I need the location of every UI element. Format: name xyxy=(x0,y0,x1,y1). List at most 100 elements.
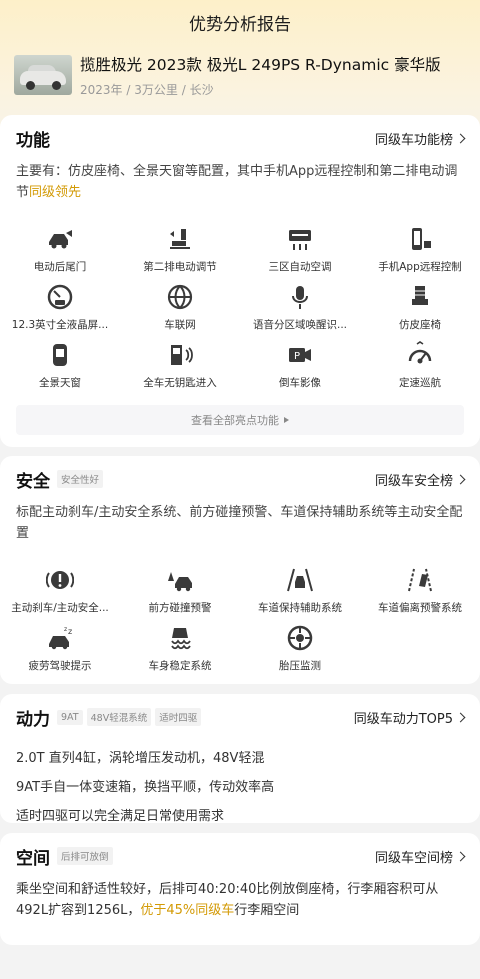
safety-feature-item[interactable]: z z 疲劳驾驶提示 xyxy=(0,624,120,682)
safety-feature-label: 车道偏离预警系统 xyxy=(378,602,462,614)
function-feature-item[interactable]: 定速巡航 xyxy=(360,341,480,399)
tailgate-icon xyxy=(46,225,74,253)
seat-icon xyxy=(406,283,434,311)
svg-text:P: P xyxy=(294,351,300,362)
safety-title: 安全 xyxy=(16,471,50,492)
tire-pressure-icon xyxy=(286,624,314,652)
lane-keep-icon xyxy=(286,566,314,594)
chevron-right-icon xyxy=(455,712,466,722)
collision-warning-icon xyxy=(166,566,194,594)
function-feature-item[interactable]: 全景天窗 xyxy=(0,341,120,399)
power-title: 动力 xyxy=(16,709,50,730)
safety-feature-item[interactable]: 前方碰撞预警 xyxy=(120,566,240,624)
safety-feature-item[interactable]: 车道保持辅助系统 xyxy=(240,566,360,624)
function-feature-item[interactable]: 手机App远程控制 xyxy=(360,225,480,283)
safety-tag: 安全性好 xyxy=(57,470,104,488)
function-feature-label: 语音分区域唤醒识... xyxy=(252,319,347,331)
cruise-control-icon xyxy=(406,341,434,369)
function-feature-item[interactable]: 三区自动空调 xyxy=(240,225,360,283)
space-title: 空间 xyxy=(16,848,50,869)
safety-feature-label: 车身稳定系统 xyxy=(148,660,212,672)
lcd-gauge-icon xyxy=(46,283,74,311)
keyless-door-icon xyxy=(166,341,194,369)
seat-adjust-icon xyxy=(166,225,194,253)
chevron-right-icon xyxy=(455,851,466,861)
safety-summary: 标配主动刹车/主动安全系统、前方碰撞预警、车道保持辅助系统等主动安全配置 xyxy=(16,505,463,541)
safety-feature-item[interactable]: 车身稳定系统 xyxy=(120,624,240,682)
safety-feature-item[interactable]: 车道偏离预警系统 xyxy=(360,566,480,624)
safety-feature-label: 前方碰撞预警 xyxy=(148,602,212,614)
function-feature-grid: 电动后尾门 第二排电动调节 三区自动空调 手机App远程控制 12.3英寸全液晶屏...… xyxy=(0,225,480,399)
view-all-features-button[interactable]: 查看全部亮点功能 xyxy=(16,405,464,435)
page-title: 优势分析报告 xyxy=(189,14,291,35)
function-feature-label: 定速巡航 xyxy=(399,377,441,389)
function-feature-item[interactable]: 电动后尾门 xyxy=(0,225,120,283)
car-name: 揽胜极光 2023款 极光L 249PS R-Dynamic 豪华版 xyxy=(80,55,441,74)
power-card: 动力 9AT 48V轻混系统 适时四驱 同级车动力TOP5 2.0T 直列4缸，… xyxy=(0,694,480,824)
globe-icon xyxy=(166,283,194,311)
function-feature-label: 12.3英寸全液晶屏... xyxy=(11,319,109,331)
power-line: 2.0T 直列4缸，涡轮增压发动机，48V轻混 xyxy=(16,751,265,766)
car-summary[interactable]: 揽胜极光 2023款 极光L 249PS R-Dynamic 豪华版 2023年… xyxy=(14,50,466,100)
function-rank-link[interactable]: 同级车功能榜 xyxy=(375,129,466,148)
svg-text:z: z xyxy=(64,626,67,633)
power-tag: 9AT xyxy=(57,709,83,725)
fatigue-icon: zz xyxy=(46,624,74,652)
function-feature-item[interactable]: 第二排电动调节 xyxy=(120,225,240,283)
chevron-right-icon xyxy=(455,133,466,143)
reverse-camera-icon: P xyxy=(286,341,314,369)
space-tag: 后排可放倒 xyxy=(57,847,113,865)
space-summary: 乘坐空间和舒适性较好，后排可40:20:40比例放倒座椅，行李厢容积可从492L… xyxy=(16,882,439,918)
safety-feature-label: 疲劳驾驶提示 xyxy=(28,660,92,672)
safety-feature-label: 车道保持辅助系统 xyxy=(258,602,342,614)
power-details: 2.0T 直列4缸，涡轮增压发动机，48V轻混 9AT手自一体变速箱，换挡平顺，… xyxy=(16,744,464,831)
function-feature-label: 电动后尾门 xyxy=(33,261,87,273)
space-rank-link[interactable]: 同级车空间榜 xyxy=(375,847,466,866)
safety-feature-item[interactable]: 胎压监测 xyxy=(240,624,360,682)
function-feature-item[interactable]: 仿皮座椅 xyxy=(360,283,480,341)
function-feature-item[interactable]: 全车无钥匙进入 xyxy=(120,341,240,399)
svg-text:z: z xyxy=(68,627,72,636)
function-summary: 主要有：仿皮座椅、全景天窗等配置，其中手机App远程控制和第二排电动调节同级领先 xyxy=(16,164,458,200)
safety-feature-item[interactable]: 主动刹车/主动安全... xyxy=(0,566,120,624)
function-feature-item[interactable]: 语音分区域唤醒识... xyxy=(240,283,360,341)
power-tag: 48V轻混系统 xyxy=(86,708,152,726)
function-highlight: 同级领先 xyxy=(29,185,82,200)
function-feature-label: 三区自动空调 xyxy=(268,261,332,273)
safety-feature-label: 胎压监测 xyxy=(279,660,321,672)
function-feature-label: 第二排电动调节 xyxy=(143,261,217,273)
power-line: 9AT手自一体变速箱，换挡平顺，传动效率高 xyxy=(16,780,275,795)
function-feature-label: 全车无钥匙进入 xyxy=(143,377,217,389)
space-card: 空间 后排可放倒 同级车空间榜 乘坐空间和舒适性较好，后排可40:20:40比例… xyxy=(0,833,480,945)
function-feature-label: 全景天窗 xyxy=(39,377,81,389)
car-thumbnail xyxy=(14,55,72,95)
function-feature-item[interactable]: 12.3英寸全液晶屏... xyxy=(0,283,120,341)
space-highlight: 优于45%同级车 xyxy=(140,903,235,918)
function-feature-label: 车联网 xyxy=(164,319,196,331)
sunroof-icon xyxy=(46,341,74,369)
function-title: 功能 xyxy=(16,130,50,151)
phone-remote-icon xyxy=(406,225,434,253)
car-year: 2023年 xyxy=(80,82,123,97)
safety-feature-label: 主动刹车/主动安全... xyxy=(11,602,109,614)
stability-icon xyxy=(166,624,194,652)
play-arrow-icon xyxy=(284,417,289,423)
car-city: 长沙 xyxy=(189,82,214,97)
power-tag: 适时四驱 xyxy=(155,708,202,726)
chevron-right-icon xyxy=(455,474,466,484)
car-meta: 2023年 / 3万公里 / 长沙 xyxy=(80,82,214,97)
function-feature-label: 仿皮座椅 xyxy=(399,319,441,331)
function-feature-item[interactable]: 车联网 xyxy=(120,283,240,341)
function-feature-item[interactable]: P 倒车影像 xyxy=(240,341,360,399)
safety-rank-link[interactable]: 同级车安全榜 xyxy=(375,470,466,489)
microphone-icon xyxy=(286,283,314,311)
function-feature-label: 手机App远程控制 xyxy=(378,261,462,273)
power-line: 适时四驱可以完全满足日常使用需求 xyxy=(16,809,225,824)
brake-warning-icon xyxy=(46,566,74,594)
function-card: 功能 同级车功能榜 主要有：仿皮座椅、全景天窗等配置，其中手机App远程控制和第… xyxy=(0,115,480,447)
safety-feature-grid: 主动刹车/主动安全... 前方碰撞预警 车道保持辅助系统 车道偏离预警系统 z z 疲劳驾驶… xyxy=(0,566,480,682)
power-rank-link[interactable]: 同级车动力TOP5 xyxy=(354,708,466,727)
air-conditioner-icon xyxy=(286,225,314,253)
car-mileage: 3万公里 xyxy=(134,82,178,97)
safety-card: 安全 安全性好 同级车安全榜 标配主动刹车/主动安全系统、前方碰撞预警、车道保持… xyxy=(0,456,480,684)
